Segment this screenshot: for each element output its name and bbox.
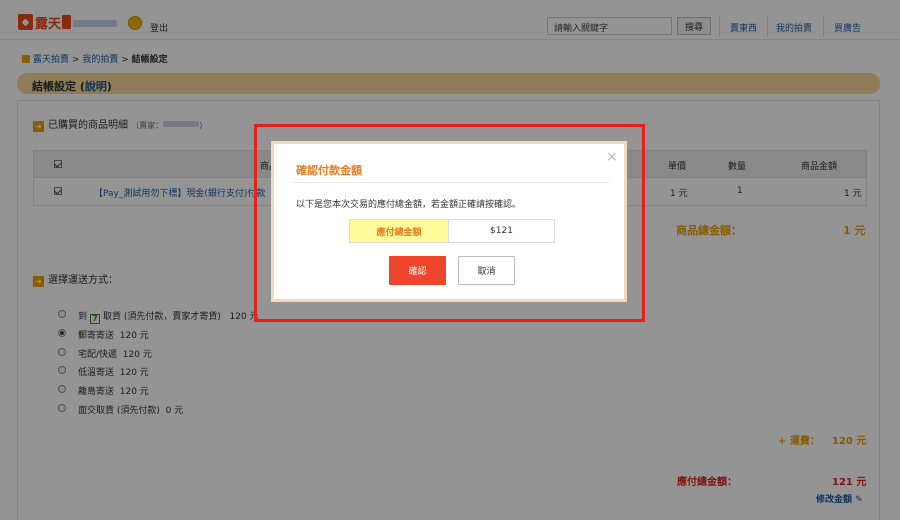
highlight-frame: [254, 124, 645, 322]
